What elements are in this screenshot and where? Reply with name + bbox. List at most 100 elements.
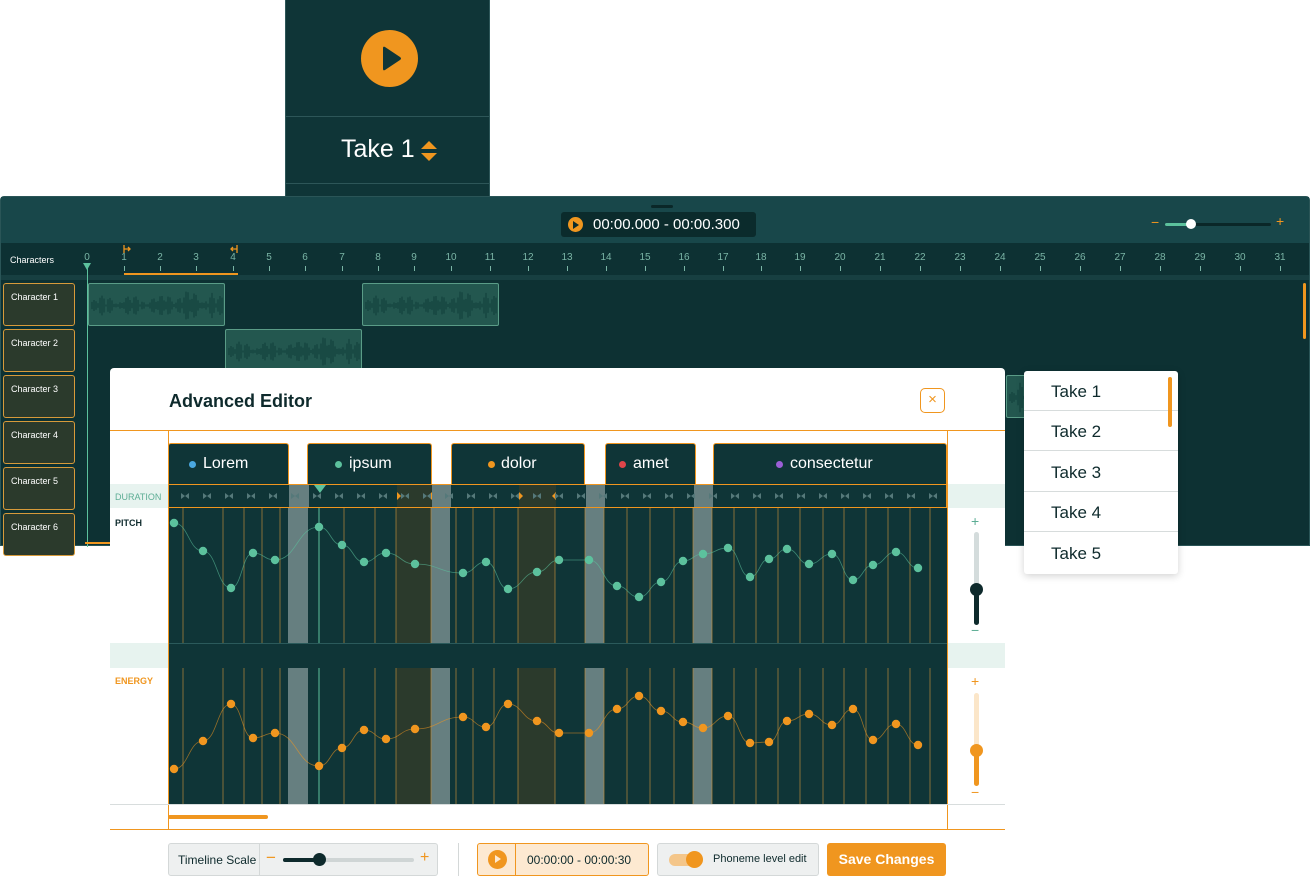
duration-marker[interactable] — [621, 493, 629, 499]
duration-marker[interactable] — [577, 493, 585, 499]
duration-marker[interactable] — [863, 493, 871, 499]
control-point[interactable] — [745, 572, 755, 582]
playhead-marker[interactable] — [83, 263, 91, 270]
control-point[interactable] — [612, 704, 622, 714]
energy-graph[interactable] — [168, 668, 947, 804]
control-point[interactable] — [503, 699, 513, 709]
duration-marker[interactable] — [775, 493, 783, 499]
play-button[interactable] — [478, 844, 516, 875]
pitch-slider-knob[interactable] — [970, 583, 983, 596]
take-option[interactable]: Take 5 — [1024, 533, 1178, 573]
control-point[interactable] — [381, 548, 391, 558]
control-point[interactable] — [868, 735, 878, 745]
control-point[interactable] — [584, 728, 594, 738]
playhead[interactable] — [87, 263, 88, 547]
control-point[interactable] — [359, 725, 369, 735]
horizontal-scrollbar[interactable] — [168, 815, 268, 819]
duration-strip[interactable] — [168, 484, 947, 508]
control-point[interactable] — [827, 720, 837, 730]
control-point[interactable] — [764, 554, 774, 564]
control-point[interactable] — [270, 555, 280, 565]
control-point[interactable] — [337, 540, 347, 550]
control-point[interactable] — [782, 544, 792, 554]
control-point[interactable] — [827, 549, 837, 559]
character-row[interactable]: Character 6 — [3, 513, 75, 556]
vertical-scrollbar[interactable] — [1303, 283, 1306, 339]
timeline-scale-slider[interactable] — [283, 858, 414, 862]
control-point[interactable] — [848, 575, 858, 585]
control-point[interactable] — [481, 722, 491, 732]
control-point[interactable] — [381, 734, 391, 744]
zoom-in-button[interactable]: + — [1276, 213, 1284, 229]
character-row[interactable]: Character 3 — [3, 375, 75, 418]
control-point[interactable] — [848, 704, 858, 714]
control-point[interactable] — [584, 555, 594, 565]
control-point[interactable] — [337, 743, 347, 753]
duration-marker[interactable] — [203, 493, 211, 499]
playback-control[interactable]: 00:00:00 - 00:00:30 — [477, 843, 649, 876]
duration-marker[interactable] — [313, 493, 321, 499]
duration-marker[interactable] — [929, 493, 937, 499]
duration-marker[interactable] — [225, 493, 233, 499]
control-point[interactable] — [226, 699, 236, 709]
scale-increase-button[interactable]: + — [420, 849, 429, 867]
control-point[interactable] — [764, 737, 774, 747]
control-point[interactable] — [678, 717, 688, 727]
duration-marker[interactable] — [379, 493, 387, 499]
duration-marker[interactable] — [511, 493, 519, 499]
control-point[interactable] — [314, 761, 324, 771]
selection-handles[interactable] — [123, 244, 241, 254]
duration-marker[interactable] — [467, 493, 475, 499]
control-point[interactable] — [656, 706, 666, 716]
duration-marker[interactable] — [357, 493, 365, 499]
duration-marker[interactable] — [269, 493, 277, 499]
pitch-increase-button[interactable]: + — [971, 513, 979, 529]
control-point[interactable] — [532, 716, 542, 726]
control-point[interactable] — [410, 724, 420, 734]
zoom-slider[interactable] — [1165, 223, 1271, 226]
zoom-out-button[interactable]: − — [1151, 214, 1159, 230]
duration-marker[interactable] — [885, 493, 893, 499]
word-block[interactable]: amet — [605, 443, 696, 484]
row-scroll-indicator[interactable] — [85, 542, 111, 544]
control-point[interactable] — [891, 719, 901, 729]
sort-arrows-icon[interactable] — [420, 139, 438, 168]
control-point[interactable] — [314, 522, 324, 532]
duration-marker[interactable] — [687, 493, 695, 499]
control-point[interactable] — [723, 543, 733, 553]
duration-marker[interactable] — [247, 493, 255, 499]
take-option[interactable]: Take 2 — [1024, 411, 1178, 451]
play-icon[interactable] — [361, 30, 418, 87]
character-row[interactable]: Character 2 — [3, 329, 75, 372]
control-point[interactable] — [198, 736, 208, 746]
duration-marker[interactable] — [797, 493, 805, 499]
control-point[interactable] — [270, 728, 280, 738]
playhead-marker[interactable] — [314, 485, 326, 493]
control-point[interactable] — [913, 740, 923, 750]
energy-decrease-button[interactable]: − — [971, 784, 979, 800]
control-point[interactable] — [868, 560, 878, 570]
timeline-scale-knob[interactable] — [313, 853, 326, 866]
duration-marker[interactable] — [907, 493, 915, 499]
word-block[interactable]: Lorem — [168, 443, 289, 484]
timeline-time-pill[interactable]: 00:00.000 - 00:00.300 — [561, 212, 756, 237]
control-point[interactable] — [891, 547, 901, 557]
duration-marker[interactable] — [731, 493, 739, 499]
duration-marker[interactable] — [489, 493, 497, 499]
energy-slider-knob[interactable] — [970, 744, 983, 757]
control-point[interactable] — [745, 738, 755, 748]
character-row[interactable]: Character 1 — [3, 283, 75, 326]
control-point[interactable] — [503, 584, 513, 594]
dropdown-scrollbar[interactable] — [1168, 377, 1172, 427]
control-point[interactable] — [634, 691, 644, 701]
take-option[interactable]: Take 1 — [1024, 371, 1178, 411]
control-point[interactable] — [410, 559, 420, 569]
control-point[interactable] — [458, 568, 468, 578]
duration-marker[interactable] — [181, 493, 189, 499]
save-changes-button[interactable]: Save Changes — [827, 843, 946, 876]
control-point[interactable] — [804, 559, 814, 569]
control-point[interactable] — [248, 548, 258, 558]
control-point[interactable] — [554, 728, 564, 738]
duration-marker[interactable] — [555, 493, 563, 499]
phoneme-toggle-knob[interactable] — [686, 851, 703, 868]
